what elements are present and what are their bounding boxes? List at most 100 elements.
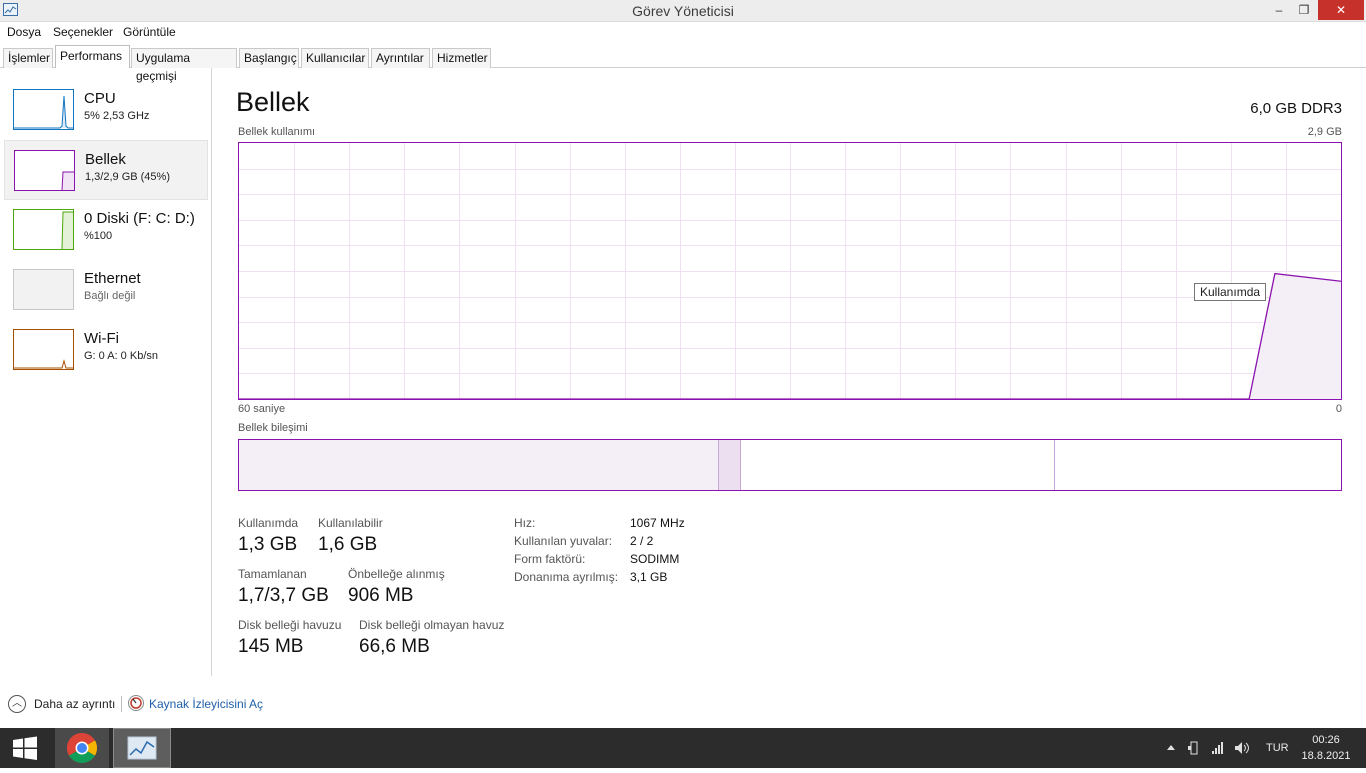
ethernet-thumbnail xyxy=(13,269,74,310)
system-tray-icons xyxy=(1167,741,1249,755)
tray-power-icon xyxy=(1190,741,1198,755)
task-manager-icon xyxy=(127,736,157,760)
input-language[interactable]: TUR xyxy=(1266,742,1289,754)
sidebar-item-wifi[interactable]: Wi-Fi G: 0 A: 0 Kb/sn xyxy=(4,320,208,380)
sidebar-item-disk[interactable]: 0 Diski (F: C: D:) %100 xyxy=(4,200,208,260)
footer-divider xyxy=(121,696,122,712)
detail-slots: Kullanılan yuvalar: 2 / 2 xyxy=(514,534,814,550)
stat-value: 1,3 GB xyxy=(238,534,298,555)
stat-label: Kullanılabilir xyxy=(318,516,383,530)
stat-committed: Tamamlanan 1,7/3,7 GB xyxy=(238,567,329,607)
tab-app-history[interactable]: Uygulama geçmişi xyxy=(131,48,237,83)
sidebar-item-value: %100 xyxy=(84,230,113,242)
detail-key: Form faktörü: xyxy=(514,552,586,566)
tray-signal-icon xyxy=(1212,751,1214,754)
stat-value: 1,6 GB xyxy=(318,534,378,555)
detail-value: SODIMM xyxy=(630,552,680,566)
fewer-details-link[interactable]: Daha az ayrıntı xyxy=(34,697,115,711)
tab-bar: İşlemler Performans Uygulama geçmişi Baş… xyxy=(0,45,1366,83)
memory-usage-graph: Kullanımda xyxy=(238,142,1342,400)
maximize-button[interactable]: ❐ xyxy=(1292,0,1316,20)
usage-graph-max: 2,9 GB xyxy=(1307,126,1342,138)
close-button[interactable]: ✕ xyxy=(1318,0,1364,20)
detail-key: Hız: xyxy=(514,516,536,530)
x-axis-right-label: 0 xyxy=(1335,403,1342,415)
page-title: Bellek xyxy=(236,87,310,117)
disk-thumbnail xyxy=(13,209,74,250)
sidebar-item-label: 0 Diski (F: C: D:) xyxy=(84,210,195,227)
composition-label: Bellek bileşimi xyxy=(238,422,308,434)
composition-modified xyxy=(719,440,741,490)
sidebar-item-ethernet[interactable]: Ethernet Bağlı değil xyxy=(4,260,208,320)
sidebar-item-memory[interactable]: Bellek 1,3/2,9 GB (45%) xyxy=(4,140,208,200)
stat-paged-pool: Disk belleği havuzu 145 MB xyxy=(238,618,341,658)
cpu-thumbnail xyxy=(13,89,74,130)
wifi-thumbnail xyxy=(13,329,74,370)
taskbar: TUR 00:26 18.8.2021 xyxy=(0,728,1366,768)
tray-overflow-icon xyxy=(1167,745,1175,750)
memory-spec: 6,0 GB DDR3 xyxy=(1250,100,1342,117)
stat-value: 906 MB xyxy=(348,585,414,606)
composition-in-use xyxy=(239,440,719,490)
tab-performance[interactable]: Performans xyxy=(55,45,130,68)
detail-key: Donanıma ayrılmış: xyxy=(514,570,619,584)
memory-usage-chart xyxy=(239,143,1341,399)
windows-logo-icon xyxy=(13,736,37,760)
start-button[interactable] xyxy=(0,728,50,768)
chrome-taskbar-button[interactable] xyxy=(55,728,109,768)
sidebar-item-cpu[interactable]: CPU 5% 2,53 GHz xyxy=(4,80,208,140)
stat-label: Önbelleğe alınmış xyxy=(348,567,445,581)
detail-hardware-reserved: Donanıma ayrılmış: 3,1 GB xyxy=(514,570,814,586)
detail-speed: Hız: 1067 MHz xyxy=(514,516,814,532)
in-use-tooltip: Kullanımda xyxy=(1194,283,1267,301)
open-resource-monitor-link[interactable]: Kaynak İzleyicisini Aç xyxy=(149,697,263,711)
sidebar-item-value: 1,3/2,9 GB (45%) xyxy=(85,171,170,183)
stat-label: Tamamlanan xyxy=(238,567,307,581)
composition-standby-divider xyxy=(1054,440,1055,490)
memory-thumbnail xyxy=(14,150,75,191)
stat-nonpaged-pool: Disk belleği olmayan havuz 66,6 MB xyxy=(359,618,504,658)
resource-sidebar: CPU 5% 2,53 GHz Bellek 1,3/2,9 GB (45%) … xyxy=(0,68,212,676)
chrome-icon xyxy=(66,733,98,764)
tab-users[interactable]: Kullanıcılar xyxy=(301,48,369,68)
detail-value: 1067 MHz xyxy=(630,516,685,530)
clock-date[interactable]: 18.8.2021 xyxy=(1296,750,1356,762)
resource-monitor-icon[interactable] xyxy=(128,695,144,711)
menu-options[interactable]: Seçenekler xyxy=(53,25,113,39)
window-title: Görev Yöneticisi xyxy=(632,3,734,19)
sidebar-item-value: 5% 2,53 GHz xyxy=(84,110,150,122)
chevron-up-icon[interactable]: ︿ xyxy=(8,695,26,713)
task-manager-taskbar-button[interactable] xyxy=(113,728,171,768)
stat-cached: Önbelleğe alınmış 906 MB xyxy=(348,567,445,607)
tab-details[interactable]: Ayrıntılar xyxy=(371,48,430,68)
tab-processes[interactable]: İşlemler xyxy=(3,48,53,68)
sidebar-item-label: Ethernet xyxy=(84,270,141,287)
stat-label: Disk belleği olmayan havuz xyxy=(359,618,505,632)
usage-graph-label: Bellek kullanımı xyxy=(238,126,316,138)
stat-label: Kullanımda xyxy=(238,516,299,530)
menu-file[interactable]: Dosya xyxy=(7,25,41,39)
detail-value: 3,1 GB xyxy=(630,570,668,584)
memory-composition-bar xyxy=(238,439,1342,491)
sidebar-item-label: CPU xyxy=(84,90,116,107)
tab-services[interactable]: Hizmetler xyxy=(432,48,491,68)
tab-startup[interactable]: Başlangıç xyxy=(239,48,299,68)
menu-bar: Dosya Seçenekler Görüntüle xyxy=(0,23,1366,42)
sidebar-item-value: Bağlı değil xyxy=(84,290,136,302)
minimize-button[interactable]: – xyxy=(1268,0,1290,20)
detail-value: 2 / 2 xyxy=(630,534,654,548)
x-axis-left-label: 60 saniye xyxy=(238,403,286,415)
tray-volume-icon xyxy=(1235,742,1242,754)
stat-value: 145 MB xyxy=(238,636,304,657)
menu-view[interactable]: Görüntüle xyxy=(123,25,176,39)
sidebar-item-label: Bellek xyxy=(85,151,126,168)
stat-available: Kullanılabilir 1,6 GB xyxy=(318,516,383,556)
stat-label: Disk belleği havuzu xyxy=(238,618,342,632)
memory-panel: Bellek 6,0 GB DDR3 Bellek kullanımı 2,9 … xyxy=(212,68,1366,676)
sidebar-item-label: Wi-Fi xyxy=(84,330,119,347)
detail-key: Kullanılan yuvalar: xyxy=(514,534,613,548)
footer: ︿ Daha az ayrıntı Kaynak İzleyicisini Aç xyxy=(0,686,1366,720)
clock-time[interactable]: 00:26 xyxy=(1300,734,1352,746)
title-bar: Görev Yöneticisi – ❐ ✕ xyxy=(0,0,1366,22)
stat-value: 1,7/3,7 GB xyxy=(238,585,329,606)
